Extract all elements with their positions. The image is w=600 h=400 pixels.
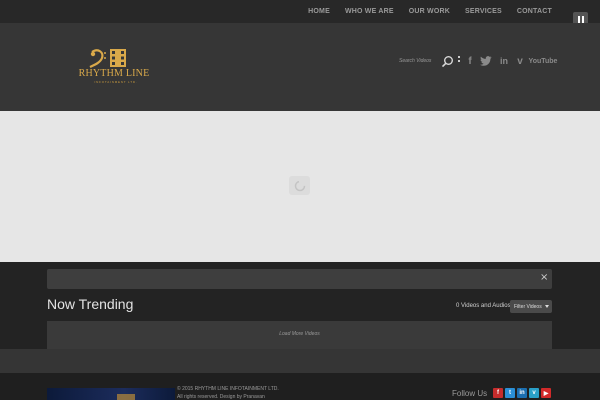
filter-label: Filter Videos bbox=[514, 303, 542, 310]
page: HOME WHO WE ARE OUR WORK SERVICES CONTAC… bbox=[0, 0, 600, 400]
nav-services[interactable]: SERVICES bbox=[465, 8, 502, 15]
filter-videos-dropdown[interactable]: Filter Videos bbox=[510, 300, 552, 313]
logo[interactable]: RHYTHM LINE INFOTAINMENT LTD. bbox=[68, 48, 160, 84]
linkedin-icon[interactable]: in bbox=[499, 55, 509, 67]
logo-tagline: INFOTAINMENT LTD. bbox=[94, 80, 138, 84]
load-more-link[interactable]: Load More Videos bbox=[47, 331, 552, 337]
video-search-panel bbox=[47, 269, 552, 289]
top-navigation: HOME WHO WE ARE OUR WORK SERVICES CONTAC… bbox=[0, 0, 600, 23]
nav-who-we-are[interactable]: WHO WE ARE bbox=[345, 8, 394, 15]
rights-text: All rights reserved. Design by Pranavan bbox=[177, 394, 265, 400]
pause-icon bbox=[577, 16, 580, 23]
search-icon[interactable] bbox=[441, 55, 454, 68]
main-menu: HOME WHO WE ARE OUR WORK SERVICES CONTAC… bbox=[293, 0, 552, 23]
video-count: 0 Videos and Audios bbox=[456, 303, 511, 309]
copyright-text: © 2015 RHYTHM LINE INFOTAINMENT LTD. bbox=[177, 386, 279, 392]
footer-thumbnail[interactable] bbox=[47, 388, 175, 400]
footer-facebook-icon[interactable]: f bbox=[493, 388, 503, 398]
nav-our-work[interactable]: OUR WORK bbox=[409, 8, 450, 15]
footer-linkedin-icon[interactable]: in bbox=[517, 388, 527, 398]
facebook-icon[interactable]: f bbox=[466, 55, 474, 67]
logo-name: RHYTHM LINE bbox=[78, 68, 150, 79]
nav-contact[interactable]: CONTACT bbox=[517, 8, 552, 15]
loading-spinner-icon bbox=[289, 176, 310, 195]
site-header: RHYTHM LINE INFOTAINMENT LTD. Search Vid… bbox=[0, 23, 600, 111]
section-title: Now Trending bbox=[47, 296, 134, 312]
footer-twitter-icon[interactable]: t bbox=[505, 388, 515, 398]
more-options-icon[interactable] bbox=[458, 56, 461, 64]
search-videos-input[interactable]: Search Videos bbox=[399, 58, 431, 64]
chevron-down-icon bbox=[544, 305, 549, 308]
vimeo-icon[interactable]: v bbox=[515, 55, 525, 67]
follow-us-label: Follow Us bbox=[452, 389, 488, 398]
section-divider bbox=[0, 349, 600, 373]
close-icon[interactable]: × bbox=[540, 272, 550, 284]
logo-bass-clef-filmstrip-icon bbox=[89, 49, 126, 68]
twitter-icon[interactable] bbox=[480, 55, 492, 67]
footer-youtube-icon[interactable]: ▶ bbox=[541, 388, 551, 398]
youtube-icon[interactable]: YouTube bbox=[529, 55, 558, 67]
nav-home[interactable]: HOME bbox=[308, 8, 330, 15]
footer-vimeo-icon[interactable]: v bbox=[529, 388, 539, 398]
